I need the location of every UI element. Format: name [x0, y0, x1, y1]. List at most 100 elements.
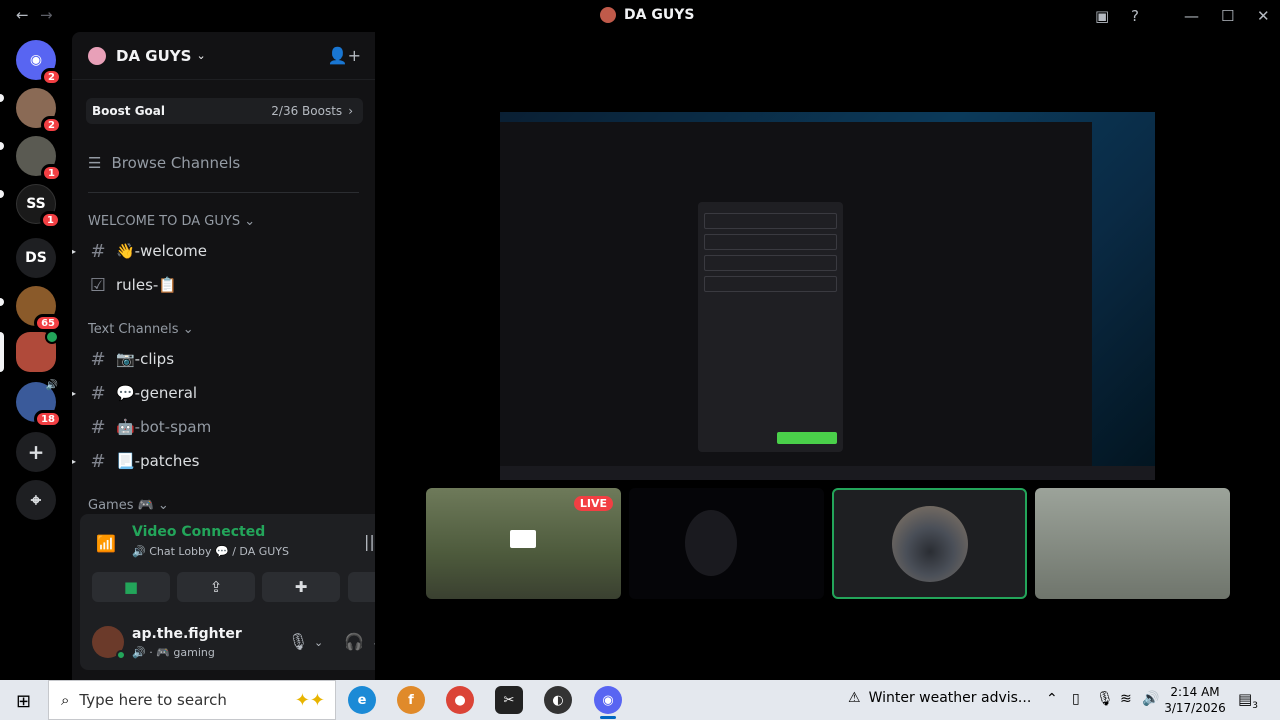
category-welcome[interactable]: WELCOME TO DA GUYS ⌄	[88, 214, 255, 229]
volume-icon[interactable]: 🔊	[1142, 691, 1159, 707]
warning-icon: ⚠	[848, 690, 861, 706]
time: 2:14 AM	[1170, 685, 1220, 699]
video-tile-bike[interactable]: LIVE	[426, 488, 621, 599]
weather-widget[interactable]: ⚠ Winter weather advis...	[848, 690, 1031, 706]
unread-pill	[0, 190, 4, 198]
microphone-tray-icon[interactable]: 🎙	[1096, 691, 1114, 707]
rules-icon: ☑	[89, 274, 107, 296]
server-ds[interactable]: DS	[16, 238, 56, 278]
dialog-field	[704, 234, 837, 250]
discord-home-icon[interactable]: ◉ 2	[16, 40, 62, 86]
shared-screen-taskbar	[500, 466, 1155, 480]
channel-label: 📷-clips	[116, 350, 175, 368]
hash-icon: #	[90, 416, 106, 438]
minimize-button[interactable]: —	[1184, 7, 1199, 25]
boost-goal-bar[interactable]: Boost Goal 2/36 Boosts ›	[86, 98, 363, 124]
activities-button[interactable]: ✚	[262, 572, 340, 602]
unread-badge: 2	[41, 116, 62, 134]
server-header[interactable]: DA GUYS ⌄ 👤+	[72, 32, 375, 80]
headphones-icon[interactable]: 🎧	[344, 632, 364, 651]
windows-start-icon[interactable]: ⊞	[16, 691, 31, 712]
microphone-icon[interactable]: 🎙	[288, 632, 308, 651]
unread-pill	[0, 94, 4, 102]
maximize-button[interactable]: ☐	[1221, 7, 1234, 25]
dialog-field	[704, 276, 837, 292]
capcut-icon[interactable]: ✂	[495, 686, 523, 714]
live-badge: LIVE	[573, 496, 613, 511]
unread-indicator: ▸	[72, 247, 77, 256]
selected-server-pill	[0, 332, 4, 372]
participant-avatar	[892, 506, 968, 582]
wifi-icon[interactable]: ≋	[1120, 691, 1132, 707]
chrome-icon[interactable]: ●	[446, 686, 474, 714]
category-text-channels[interactable]: Text Channels ⌄	[88, 322, 194, 337]
fl-studio-icon[interactable]: f	[397, 686, 425, 714]
video-tile-car[interactable]	[832, 488, 1027, 599]
video-tile-room[interactable]	[1035, 488, 1230, 599]
window-title: DA GUYS	[600, 7, 694, 23]
activities-icon: ✚	[294, 578, 308, 596]
unread-badge: 2	[41, 68, 62, 86]
server-name: DA GUYS	[116, 46, 192, 65]
channel-bot-spam[interactable]: # 🤖-bot-spam	[86, 412, 361, 442]
voice-status: Video Connected	[132, 524, 266, 540]
unread-pill	[0, 142, 4, 150]
camera-icon: ■	[123, 578, 139, 596]
video-active-icon	[45, 330, 59, 344]
weather-text: Winter weather advis...	[868, 690, 1032, 706]
channel-clips[interactable]: # 📷-clips	[86, 344, 361, 374]
inbox-icon[interactable]: ▣	[1095, 7, 1109, 25]
close-button[interactable]: ✕	[1257, 7, 1270, 25]
chevron-down-icon[interactable]: ⌄	[314, 636, 323, 649]
channel-label: rules-📋	[116, 276, 177, 294]
forward-arrow-icon[interactable]: →	[40, 6, 53, 24]
shared-screen-content	[500, 122, 1092, 470]
screen-icon	[510, 530, 536, 548]
channel-welcome[interactable]: ▸ # 👋-welcome	[72, 236, 361, 266]
chevron-up-icon[interactable]: ⌃	[1046, 691, 1058, 707]
taskbar-search[interactable]: ⌕ Type here to search ✦✦	[48, 680, 336, 720]
help-icon[interactable]: ?	[1131, 7, 1139, 25]
title-bar: ← → DA GUYS ▣ ? — ☐ ✕	[0, 0, 1280, 32]
voice-location[interactable]: 🔊 Chat Lobby 💬 / DA GUYS	[132, 545, 289, 558]
compass-icon: ⌖	[30, 489, 42, 511]
add-server-button[interactable]: +	[16, 432, 56, 472]
boost-count: 2/36 Boosts	[271, 104, 343, 118]
online-status-icon	[116, 650, 126, 660]
notifications-icon[interactable]: ▤3	[1238, 690, 1258, 711]
hash-icon: #	[90, 450, 106, 472]
notification-count: 3	[1252, 701, 1258, 711]
edge-icon[interactable]: e	[348, 686, 376, 714]
device-icon[interactable]: ▯	[1072, 691, 1080, 707]
camera-button[interactable]: ■	[92, 572, 170, 602]
invite-people-icon[interactable]: 👤+	[328, 46, 361, 65]
unread-indicator: ▸	[72, 457, 77, 466]
channel-general[interactable]: ▸ # 💬-general	[72, 378, 361, 408]
clock[interactable]: 2:14 AM 3/17/2026	[1164, 684, 1226, 716]
search-placeholder: Type here to search	[79, 691, 227, 709]
discover-button[interactable]: ⌖	[16, 480, 56, 520]
signal-icon[interactable]: 📶	[96, 534, 116, 553]
screen-share-stream[interactable]	[500, 112, 1155, 480]
server-da-guys[interactable]	[16, 330, 59, 372]
obs-icon[interactable]: ◐	[544, 686, 572, 714]
list-icon: ☰	[88, 154, 102, 172]
browse-channels[interactable]: ☰ Browse Channels	[88, 154, 240, 172]
channel-rules[interactable]: ☑ rules-📋	[86, 270, 361, 300]
sparkle-icon: ✦✦	[294, 689, 325, 711]
server-gifts[interactable]: 65	[16, 286, 62, 332]
unread-pill	[0, 298, 4, 306]
windows-taskbar: ⊞ ⌕ Type here to search ✦✦ e f ● ✂ ◐ ◉ ⚠…	[0, 680, 1280, 720]
dm-avatar-2[interactable]: 1	[16, 136, 62, 182]
server-ss[interactable]: SS 1	[16, 184, 61, 229]
channel-patches[interactable]: ▸ # 📃-patches	[72, 446, 361, 476]
discord-taskbar-icon[interactable]: ◉	[594, 686, 622, 719]
category-games[interactable]: Games 🎮 ⌄	[88, 498, 169, 513]
dm-avatar-1[interactable]: 2	[16, 88, 62, 134]
back-arrow-icon[interactable]: ←	[16, 6, 29, 24]
edit-stream-info-dialog	[698, 202, 843, 452]
server-voice[interactable]: 🔊 18	[16, 380, 62, 428]
screen-share-button[interactable]: ⇪	[177, 572, 255, 602]
unread-badge: 1	[40, 211, 61, 229]
video-tile-dark[interactable]	[629, 488, 824, 599]
